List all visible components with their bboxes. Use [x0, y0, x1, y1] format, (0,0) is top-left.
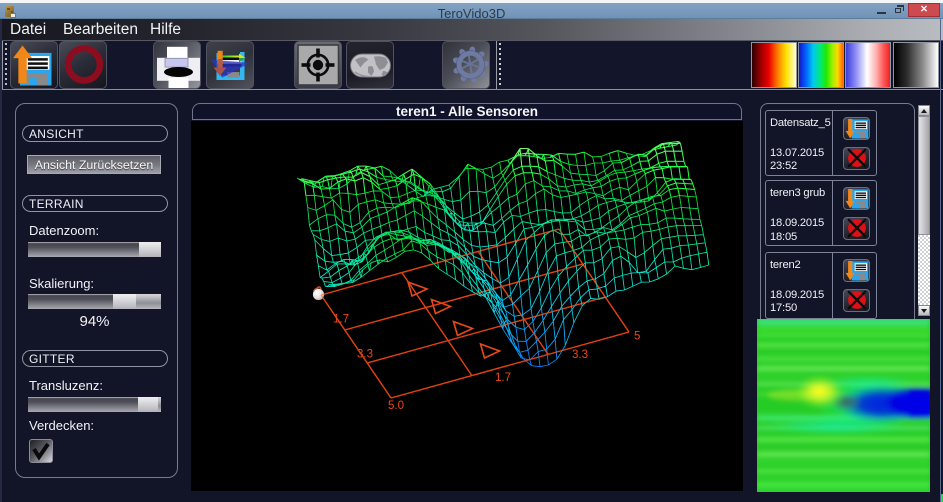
svg-text:1.7: 1.7 [495, 372, 511, 384]
svg-text:5: 5 [634, 331, 640, 343]
svg-text:3.3: 3.3 [572, 349, 588, 361]
svg-text:5.0: 5.0 [388, 400, 404, 412]
